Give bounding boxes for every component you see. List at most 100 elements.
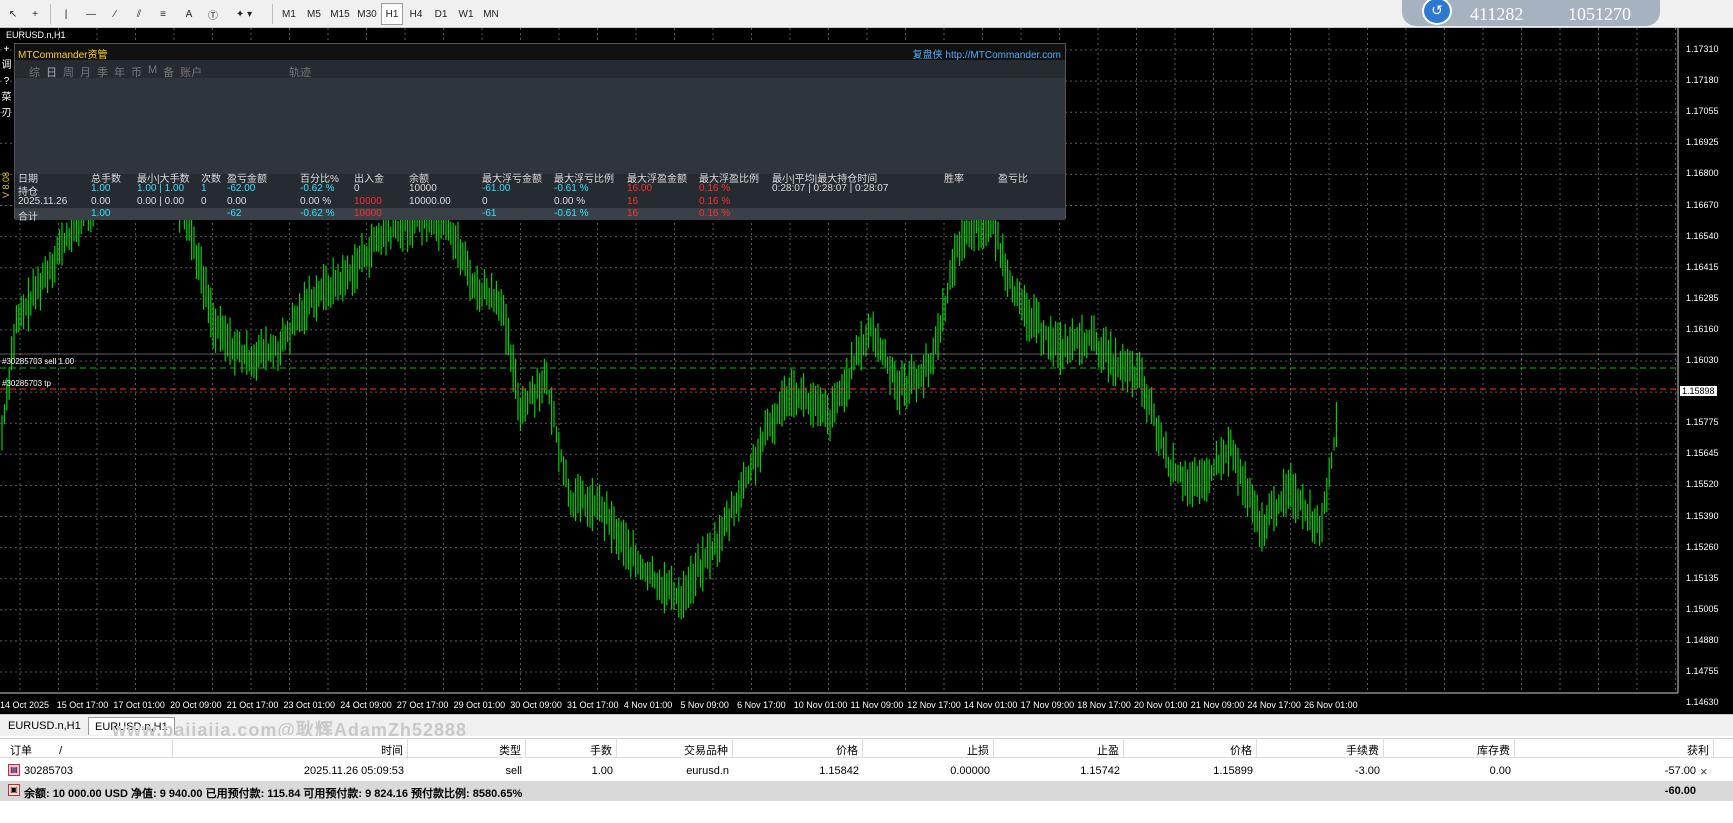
toolbar-separator bbox=[272, 4, 273, 24]
col-symbol[interactable]: 交易品种 bbox=[617, 738, 733, 758]
col-profit[interactable]: 获利 bbox=[1515, 738, 1714, 758]
order-symbol: eurusd.n bbox=[686, 765, 729, 777]
left-toolstrip: + 调 ? 菜 刃 bbox=[0, 42, 13, 122]
col-current-price[interactable]: 价格 bbox=[1124, 738, 1257, 758]
left-tool-move-icon[interactable]: + bbox=[0, 42, 13, 58]
fibonacci-icon[interactable]: ≡ bbox=[152, 3, 174, 25]
col-price[interactable]: 价格 bbox=[733, 738, 863, 758]
timeframe-h1[interactable]: H1 bbox=[381, 3, 403, 25]
timeframe-w1[interactable]: W1 bbox=[454, 3, 478, 25]
order-sell-line-label[interactable]: #30285703 sell 1.00 bbox=[2, 357, 74, 366]
left-tool-help[interactable]: ? bbox=[0, 74, 13, 90]
price-axis-label: 1.16540 bbox=[1686, 230, 1719, 241]
timeframe-mn[interactable]: MN bbox=[479, 3, 503, 25]
price-chart[interactable]: EURUSD.n,H1 + 调 ? 菜 刃 V 8.08 1.17310 1.17… bbox=[0, 28, 1733, 714]
panel-total-max-loss-pct: -0.61 % bbox=[554, 208, 589, 219]
time-axis-label: 24 Oct 09:00 bbox=[340, 700, 392, 710]
connection-status: ↺ 411282 1051270 bbox=[1402, 0, 1660, 26]
col-order[interactable]: 订单 / bbox=[0, 738, 173, 758]
panel-title: MTCommander资管 bbox=[18, 50, 108, 61]
panel-cell-pnl: -62.00 bbox=[227, 183, 256, 194]
order-row[interactable]: ▤ 30285703 2025.11.26 05:09:53 sell 1.00… bbox=[0, 761, 1733, 781]
panel-header: MTCommander资管 复盘侠 http://MTCommander.com bbox=[15, 44, 1065, 61]
panel-cell-balance: 10000.00 bbox=[409, 196, 451, 207]
timeframe-h4[interactable]: H4 bbox=[404, 3, 428, 25]
panel-cell-max-profit-pct: 0.16 % bbox=[699, 196, 731, 207]
panel-cell-count: 1 bbox=[201, 183, 207, 194]
timeframe-d1[interactable]: D1 bbox=[429, 3, 453, 25]
trendline-icon[interactable]: ∕ bbox=[104, 3, 126, 25]
left-tool-menu[interactable]: 菜 bbox=[0, 90, 13, 106]
chart-symbol-title: EURUSD.n,H1 bbox=[6, 30, 66, 40]
label-tool-icon[interactable]: Ⓣ bbox=[202, 3, 224, 25]
col-order-label: 订单 bbox=[10, 745, 32, 757]
col-tp[interactable]: 止盈 bbox=[994, 738, 1124, 758]
left-tool-adjust[interactable]: 调 bbox=[0, 58, 13, 74]
order-tp: 1.15742 bbox=[1080, 765, 1120, 777]
panel-cell-lots: 0.00 bbox=[91, 196, 111, 207]
order-current-price: 1.15899 bbox=[1213, 765, 1253, 777]
panel-cell-pct: 0.00 % bbox=[300, 196, 332, 207]
channel-icon[interactable]: ⫽ bbox=[128, 3, 150, 25]
panel-link[interactable]: 复盘侠 http://MTCommander.com bbox=[913, 46, 1061, 61]
time-axis-label: 6 Nov 17:00 bbox=[737, 700, 786, 710]
order-sl: 0.00000 bbox=[950, 765, 990, 777]
crosshair-icon[interactable]: + bbox=[24, 3, 46, 25]
mtcommander-panel: MTCommander资管 复盘侠 http://MTCommander.com… bbox=[14, 43, 1066, 223]
panel-cell-balance: 10000 bbox=[409, 183, 437, 194]
balance-summary: 余额: 10 000.00 USD 净值: 9 940.00 已用预付款: 11… bbox=[24, 788, 523, 800]
close-order-icon[interactable]: × bbox=[1700, 764, 1708, 779]
order-tp-line-label[interactable]: #30285703 tp bbox=[2, 379, 51, 388]
panel-total-lots: 1.00 bbox=[91, 208, 111, 219]
price-axis-label: 1.15645 bbox=[1686, 448, 1719, 459]
time-axis-label: 11 Nov 09:00 bbox=[850, 700, 904, 710]
panel-total-max-profit: 16 bbox=[627, 208, 639, 219]
balance-row: ▣ 余额: 10 000.00 USD 净值: 9 940.00 已用预付款: … bbox=[0, 781, 1733, 801]
time-axis-label: 4 Nov 01:00 bbox=[623, 700, 673, 710]
col-time[interactable]: 时间 bbox=[173, 738, 408, 758]
time-axis-label: 14 Nov 01:00 bbox=[963, 700, 1018, 710]
order-swap: 0.00 bbox=[1489, 765, 1511, 777]
time-axis-label: 17 Nov 09:00 bbox=[1020, 700, 1075, 710]
order-commission: -3.00 bbox=[1354, 765, 1380, 777]
time-axis-label: 14 Oct 2025 bbox=[0, 700, 50, 710]
timeframe-m30[interactable]: M30 bbox=[354, 3, 380, 25]
col-sl[interactable]: 止损 bbox=[863, 738, 994, 758]
panel-cell-io: 0 bbox=[354, 183, 360, 194]
panel-total-max-loss: -61 bbox=[482, 208, 497, 219]
order-lots: 1.00 bbox=[591, 765, 613, 777]
cursor-icon[interactable]: ↖ bbox=[2, 3, 24, 25]
panel-total-row: 合计 1.00 -62 -0.62 % 10000 -61 -0.61 % 16… bbox=[15, 208, 1065, 223]
terminal-header-row: 订单 / 时间 类型 手数 交易品种 价格 止损 止盈 价格 手续费 库存费 获… bbox=[0, 738, 1733, 758]
time-axis-label: 29 Oct 01:00 bbox=[453, 700, 506, 710]
panel-total-label: 合计 bbox=[18, 212, 38, 223]
panel-cell-max-loss: -61.00 bbox=[482, 183, 511, 194]
time-axis-label: 12 Nov 17:00 bbox=[907, 700, 961, 710]
time-axis-label: 5 Nov 09:00 bbox=[680, 700, 729, 710]
timeframe-m1[interactable]: M1 bbox=[277, 3, 301, 25]
shapes-dropdown-icon[interactable]: ✦ ▾ bbox=[226, 3, 262, 25]
price-axis-label: 1.14880 bbox=[1686, 634, 1719, 645]
toolbar: ↖ + | — ∕ ⫽ ≡ A Ⓣ ✦ ▾ M1 M5 M15 M30 H1 H… bbox=[0, 0, 1733, 28]
horizontal-line-icon[interactable]: — bbox=[80, 3, 102, 25]
vertical-line-icon[interactable]: | bbox=[55, 3, 77, 25]
panel-cell-max-profit: 16 bbox=[627, 196, 639, 207]
panel-table-row: 2025.11.26 0.00 0.00 | 0.00 0 0.00 0.00 … bbox=[15, 196, 1065, 208]
order-type: sell bbox=[505, 765, 522, 777]
timeframe-m5[interactable]: M5 bbox=[302, 3, 326, 25]
panel-total-max-profit-pct: 0.16 % bbox=[699, 208, 731, 219]
price-axis-label: 1.15520 bbox=[1686, 479, 1719, 490]
balance-profit: -60.00 bbox=[1664, 785, 1696, 797]
time-axis-label: 18 Nov 17:00 bbox=[1077, 700, 1131, 710]
left-tool-blade[interactable]: 刃 bbox=[0, 106, 13, 122]
time-axis-label: 20 Oct 09:00 bbox=[170, 700, 222, 710]
price-axis-label: 1.15260 bbox=[1686, 541, 1719, 552]
col-commission[interactable]: 手续费 bbox=[1257, 738, 1384, 758]
col-type[interactable]: 类型 bbox=[408, 738, 526, 758]
col-lots[interactable]: 手数 bbox=[526, 738, 617, 758]
price-axis-label: 1.16670 bbox=[1686, 199, 1719, 210]
chart-tab[interactable]: EURUSD.n,H1 bbox=[2, 717, 87, 735]
timeframe-m15[interactable]: M15 bbox=[327, 3, 353, 25]
col-swap[interactable]: 库存费 bbox=[1384, 738, 1515, 758]
text-tool-button[interactable]: A bbox=[178, 3, 200, 25]
